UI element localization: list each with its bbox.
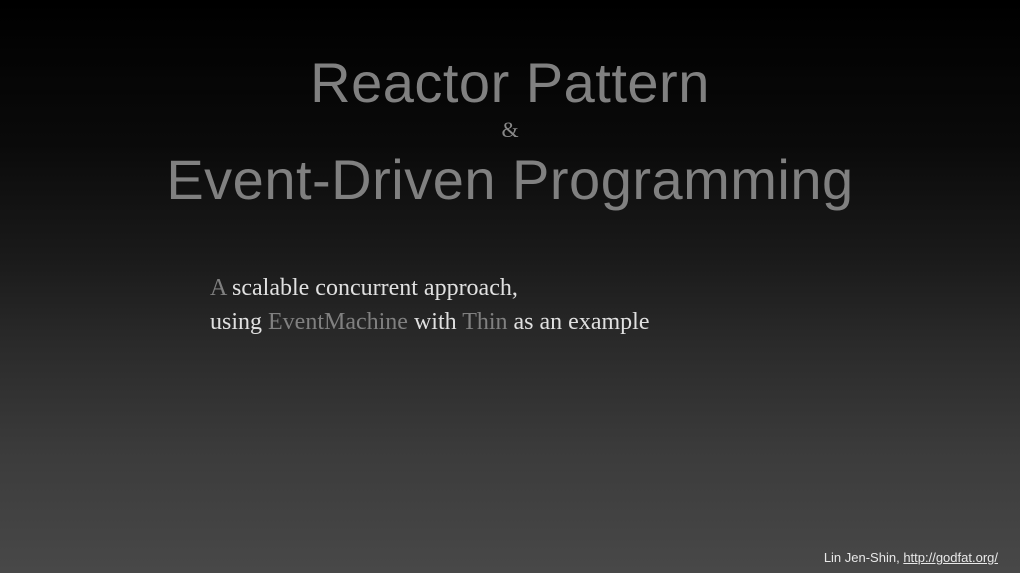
subtitle-thin: Thin bbox=[462, 309, 507, 335]
subtitle-line2: using EventMachine with Thin as an examp… bbox=[210, 306, 990, 340]
footer-author: Lin Jen-Shin, bbox=[824, 550, 904, 565]
subtitle-part2b: with bbox=[408, 309, 462, 335]
subtitle-part1: scalable concurrent approach, bbox=[226, 275, 518, 301]
footer: Lin Jen-Shin, http://godfat.org/ bbox=[824, 550, 998, 565]
footer-link[interactable]: http://godfat.org/ bbox=[903, 550, 998, 565]
subtitle-eventmachine: EventMachine bbox=[268, 309, 408, 335]
subtitle-block: A scalable concurrent approach, using Ev… bbox=[210, 272, 990, 339]
slide: Reactor Pattern & Event-Driven Programmi… bbox=[0, 0, 1020, 573]
subtitle-part2a: using bbox=[210, 309, 268, 335]
title-ampersand: & bbox=[30, 117, 990, 143]
title-block: Reactor Pattern & Event-Driven Programmi… bbox=[30, 0, 990, 212]
title-line2: Event-Driven Programming bbox=[30, 147, 990, 212]
title-line1: Reactor Pattern bbox=[30, 50, 990, 115]
subtitle-part2c: as an example bbox=[508, 309, 650, 335]
subtitle-dim-a: A bbox=[210, 275, 226, 301]
subtitle-line1: A scalable concurrent approach, bbox=[210, 272, 990, 306]
